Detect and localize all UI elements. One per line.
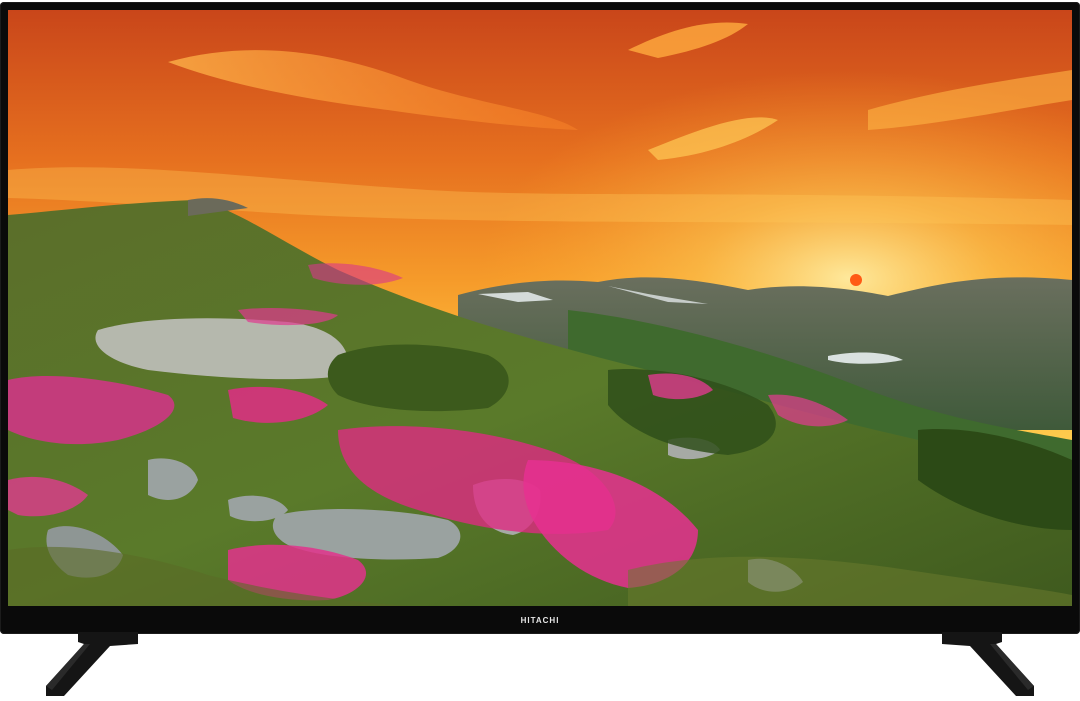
tv-frame: HITACHI [0,2,1080,634]
brand-logo: HITACHI [520,615,560,625]
bottom-bezel: HITACHI [0,606,1080,634]
landscape-wallpaper [8,10,1072,606]
sun-icon [850,274,862,286]
tv-screen [8,10,1072,606]
left-stand-foot [40,630,140,701]
right-stand-foot [940,630,1040,701]
product-image: HITACHI [0,0,1080,701]
